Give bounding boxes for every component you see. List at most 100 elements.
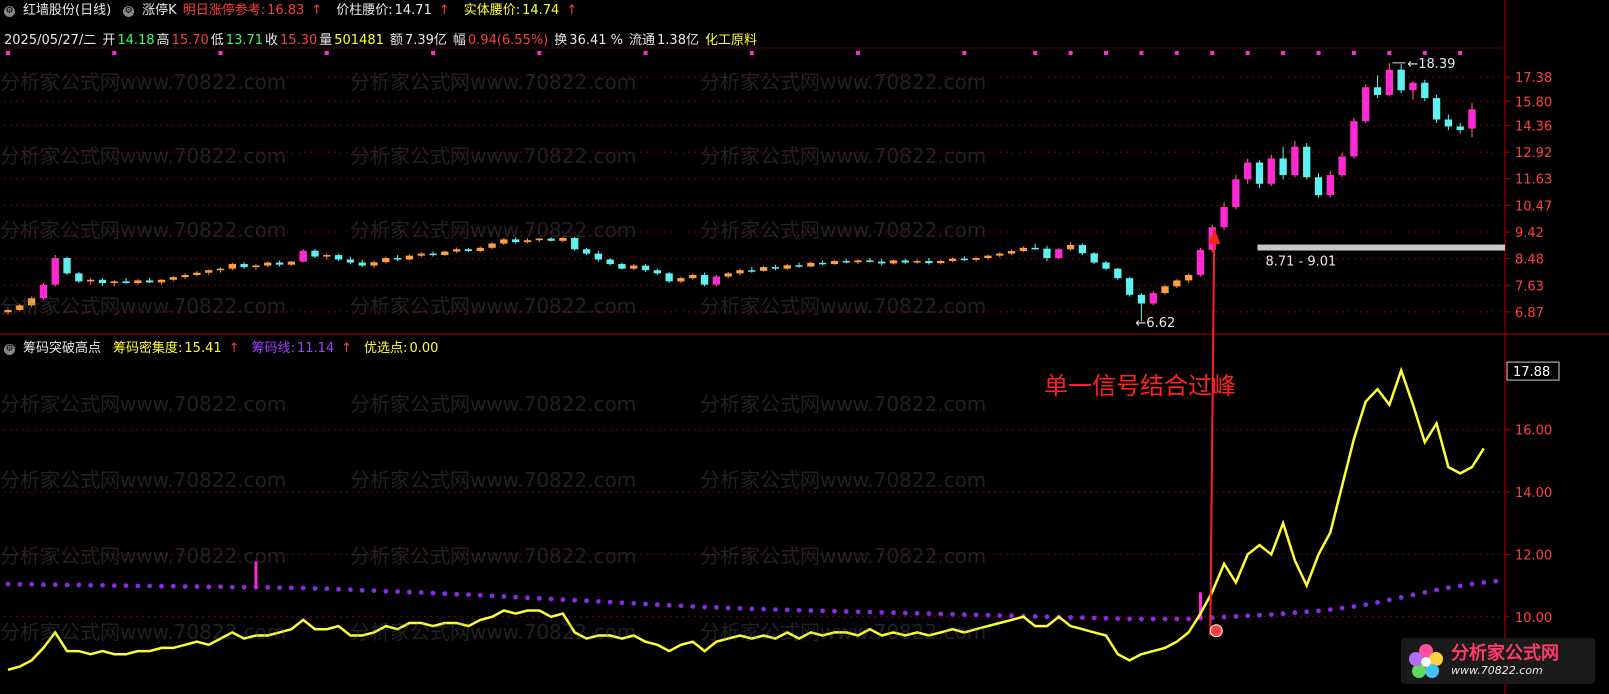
- waist-label: 价柱腰价:: [336, 3, 393, 18]
- site-logo: 分析家公式网 www.70822.com: [1401, 638, 1595, 684]
- chip-line-dot: [1150, 616, 1156, 622]
- chip-line-dot: [536, 595, 542, 601]
- candle-body: [842, 261, 850, 263]
- candle-body: [1350, 121, 1358, 157]
- chg-value: 0.94(6.55%): [467, 33, 549, 48]
- candle-body: [464, 249, 473, 251]
- candle-body: [948, 258, 957, 262]
- candle-body: [1279, 158, 1287, 176]
- candle-body: [98, 279, 107, 284]
- flower-icon: [1409, 644, 1443, 678]
- candle-body: [1161, 286, 1169, 294]
- price-tick-label: 12.92: [1515, 146, 1552, 161]
- sector-tag[interactable]: 化工原料: [705, 30, 757, 52]
- chip-line-dot: [1304, 609, 1310, 615]
- candle-body: [1314, 177, 1323, 196]
- chip-line-dot: [29, 581, 35, 587]
- chip-line-dot: [312, 585, 318, 591]
- price-tick-label: 9.42: [1515, 226, 1544, 241]
- chip-line-dot: [985, 612, 991, 618]
- turn-label: 换: [554, 33, 568, 48]
- chg-label: 幅: [452, 33, 466, 48]
- candle-body: [1444, 119, 1453, 127]
- chip-line-dot: [1068, 614, 1073, 620]
- chip-line-dot: [513, 594, 519, 600]
- open-label: 开: [102, 33, 116, 48]
- sub-tick-label: 17.88: [1513, 365, 1550, 380]
- signal-arrow-line: [1209, 229, 1216, 636]
- up-arrow-icon: ↑: [311, 3, 323, 18]
- candle-body: [1373, 87, 1382, 95]
- limit-marker: [1458, 51, 1463, 55]
- candle-body: [1031, 247, 1039, 250]
- sub-indicator-name[interactable]: 筹码突破高点: [23, 338, 101, 360]
- sub-tick-label: 12.00: [1515, 548, 1552, 563]
- chip-line-dot: [477, 592, 483, 598]
- candle-body: [264, 262, 272, 266]
- chip-line-dot: [229, 584, 235, 590]
- candle-body: [736, 270, 744, 274]
- chip-line-dot: [1339, 605, 1345, 611]
- limit-marker: [1245, 51, 1250, 55]
- candle-body: [523, 240, 532, 243]
- chip-line-dot: [194, 584, 200, 589]
- chip-line-dot: [52, 582, 58, 588]
- chip-line-dot: [1139, 616, 1144, 622]
- turn-value: 36.41 %: [569, 33, 623, 48]
- candle-body: [1385, 69, 1394, 95]
- chip-line-dot: [1469, 581, 1475, 587]
- price-tick-label: 7.63: [1515, 279, 1544, 294]
- candle-body: [476, 247, 484, 251]
- limit-marker: [1351, 51, 1356, 55]
- candle-body: [759, 267, 768, 271]
- candle-body: [1432, 98, 1441, 120]
- gear-icon[interactable]: ⚙: [123, 5, 135, 17]
- candle-body: [1409, 82, 1417, 91]
- candle-body: [984, 255, 992, 259]
- chip-line-dot: [973, 612, 979, 618]
- limit-marker: [856, 51, 861, 55]
- chip-line-dot: [796, 607, 802, 613]
- chip-line-dot: [1351, 604, 1357, 609]
- up-arrow-icon: ↑: [566, 3, 578, 18]
- chip-line-dot: [950, 611, 955, 617]
- limit-marker: [1210, 51, 1215, 55]
- chip-line-dot: [1398, 595, 1404, 600]
- chip-line-dot: [76, 582, 82, 588]
- candle-body: [1232, 179, 1240, 208]
- candle-body: [429, 253, 437, 256]
- chip-line-dot: [288, 585, 294, 591]
- candle-body: [311, 250, 319, 257]
- candle-body: [358, 262, 366, 266]
- candle-body: [1244, 162, 1252, 180]
- chip-line-dot: [1174, 616, 1180, 622]
- chip-line-dot: [891, 610, 896, 616]
- main-header: ⚙ 红墙股份(日线) ⚙ 涨停K 明日涨停参考: 16.83 ↑ 价柱腰价: 14…: [0, 0, 577, 22]
- candle-body: [452, 249, 461, 252]
- candle-body: [488, 243, 496, 248]
- logo-url: www.70822.com: [1451, 664, 1543, 677]
- chip-line-dot: [678, 603, 684, 609]
- chip-line-dot: [607, 599, 613, 605]
- high-label: 高: [156, 33, 170, 48]
- chip-line-dot: [1375, 600, 1380, 605]
- candle-body: [1078, 244, 1087, 254]
- candle-body: [582, 249, 591, 254]
- float-label: 流通: [629, 33, 656, 48]
- candle-body: [512, 239, 520, 243]
- candle-body: [122, 281, 130, 284]
- line-label: 筹码线:: [251, 341, 295, 356]
- gear-icon[interactable]: ⚙: [4, 343, 15, 355]
- sub-tick-label: 14.00: [1515, 486, 1552, 501]
- candle-body: [1090, 253, 1098, 263]
- price-tick-label: 11.63: [1515, 173, 1552, 188]
- limit-marker: [1281, 51, 1286, 55]
- stock-title[interactable]: 红墙股份(日线): [23, 0, 111, 22]
- chip-line-dot: [725, 605, 731, 611]
- chip-line-dot: [595, 599, 601, 604]
- chip-line-dot: [666, 602, 672, 608]
- gear-icon[interactable]: ⚙: [4, 5, 15, 17]
- indicator-name[interactable]: 涨停K: [142, 0, 177, 22]
- candle-body: [1043, 248, 1051, 259]
- candle-body: [960, 258, 968, 261]
